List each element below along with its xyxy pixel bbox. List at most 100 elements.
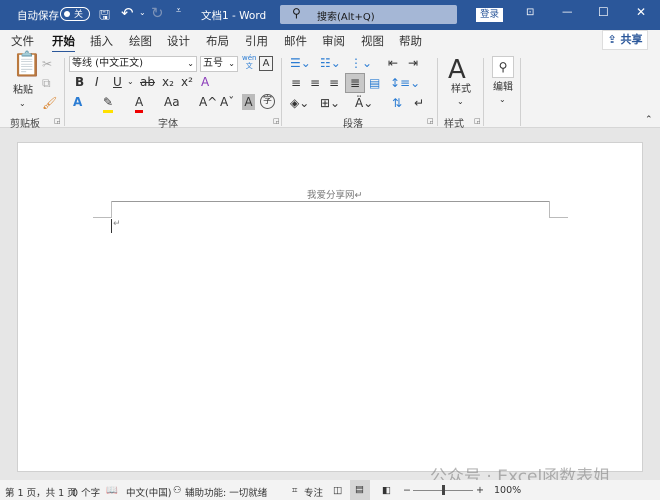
- paste-icon[interactable]: 📋: [12, 52, 42, 76]
- tab-design[interactable]: 设计: [167, 33, 190, 49]
- font-color-button[interactable]: A: [135, 94, 144, 113]
- strikethrough-button[interactable]: ab: [140, 74, 155, 90]
- web-layout-icon[interactable]: ◧: [382, 485, 391, 496]
- tab-references[interactable]: 引用: [245, 33, 268, 49]
- font-size-select[interactable]: 五号 ⌄: [200, 56, 238, 72]
- undo-dropdown-icon[interactable]: ⌄: [139, 8, 146, 17]
- font-name-select[interactable]: 等线 (中文正文) ⌄: [69, 56, 197, 72]
- word-count[interactable]: 0 个字: [72, 485, 100, 499]
- tab-layout[interactable]: 布局: [206, 33, 229, 49]
- multilevel-list-icon[interactable]: ⋮⌄: [350, 55, 372, 71]
- bullets-icon[interactable]: ☰⌄: [290, 55, 311, 71]
- proofing-icon[interactable]: 📖: [106, 485, 118, 496]
- show-marks-icon[interactable]: ↵: [414, 95, 424, 111]
- text-effects-button[interactable]: A: [73, 94, 82, 110]
- zoom-in-icon[interactable]: +: [476, 485, 484, 496]
- styles-launcher-icon[interactable]: ◲: [474, 117, 481, 125]
- divider: [281, 58, 282, 126]
- share-button[interactable]: ⇪ 共享: [602, 30, 648, 50]
- focus-label[interactable]: 专注: [304, 485, 323, 499]
- divider: [437, 58, 438, 126]
- increase-indent-icon[interactable]: ⇥: [408, 55, 418, 71]
- borders-icon[interactable]: ⊞⌄: [320, 95, 340, 111]
- align-right-icon[interactable]: ≡: [329, 75, 339, 91]
- underline-dropdown-icon[interactable]: ⌄: [127, 74, 134, 90]
- shrink-font-button[interactable]: Aˇ: [220, 94, 234, 110]
- distributed-icon[interactable]: ▤: [369, 75, 380, 91]
- language[interactable]: 中文(中国): [126, 485, 171, 499]
- print-layout-button[interactable]: ▤: [350, 480, 370, 500]
- align-left-icon[interactable]: ≡: [291, 75, 301, 91]
- maximize-icon[interactable]: ☐: [598, 5, 609, 19]
- justify-icon[interactable]: ≣: [345, 73, 365, 93]
- styles-icon[interactable]: A: [448, 56, 466, 84]
- subscript-button[interactable]: x₂: [162, 74, 174, 90]
- tab-file[interactable]: 文件: [11, 33, 34, 49]
- page-count[interactable]: 第 1 页，共 1 页: [5, 485, 77, 499]
- search-box[interactable]: ⚲ 搜索(Alt+Q): [280, 5, 457, 24]
- print-layout-icon: ▤: [355, 484, 364, 495]
- underline-button[interactable]: U: [113, 74, 122, 90]
- share-icon: ⇪: [607, 33, 621, 46]
- asian-layout-icon[interactable]: Ä⌄: [355, 95, 373, 111]
- customize-toolbar-icon[interactable]: ⩡: [176, 6, 181, 16]
- paste-dropdown-icon[interactable]: ⌄: [19, 96, 26, 112]
- numbering-icon[interactable]: ☷⌄: [320, 55, 341, 71]
- tab-review[interactable]: 审阅: [322, 33, 345, 49]
- tab-help[interactable]: 帮助: [399, 33, 422, 49]
- collapse-ribbon-icon[interactable]: ⌃: [645, 112, 653, 128]
- login-button[interactable]: 登录: [476, 8, 503, 22]
- document-page[interactable]: 我爱分享网↵ ↵: [17, 142, 643, 472]
- zoom-out-icon[interactable]: −: [403, 485, 411, 496]
- zoom-slider-thumb[interactable]: [442, 485, 445, 495]
- margin-corner: [550, 217, 568, 218]
- font-launcher-icon[interactable]: ◲: [273, 117, 280, 125]
- cut-icon[interactable]: ✂: [42, 56, 52, 72]
- header-text[interactable]: 我爱分享网↵: [307, 187, 362, 201]
- tab-view[interactable]: 视图: [361, 33, 384, 49]
- tab-mailings[interactable]: 邮件: [284, 33, 307, 49]
- character-border-icon[interactable]: A: [259, 56, 273, 71]
- decrease-indent-icon[interactable]: ⇤: [388, 55, 398, 71]
- minimize-icon[interactable]: —: [562, 6, 573, 18]
- focus-icon[interactable]: ⌗: [292, 485, 297, 496]
- search-icon: ⚲: [292, 6, 301, 20]
- superscript-button[interactable]: x²: [181, 74, 193, 90]
- clear-formatting-button[interactable]: A: [201, 74, 209, 90]
- copy-icon[interactable]: ⧉: [42, 75, 51, 91]
- format-painter-icon[interactable]: 🖌: [42, 95, 57, 111]
- highlight-button[interactable]: ✎: [103, 94, 114, 113]
- accessibility-icon[interactable]: ⚇: [173, 485, 182, 496]
- margin-corner: [93, 217, 111, 218]
- chevron-down-icon[interactable]: ⌄: [457, 94, 464, 110]
- chevron-down-icon[interactable]: ⌄: [499, 92, 506, 108]
- ribbon-display-icon[interactable]: ⊡: [526, 7, 534, 18]
- redo-icon[interactable]: ↻: [151, 4, 164, 22]
- read-mode-icon[interactable]: ◫: [333, 485, 342, 496]
- save-icon[interactable]: 🖫: [99, 6, 110, 28]
- shading-icon[interactable]: ◈⌄: [290, 95, 309, 111]
- phonetic-guide-icon[interactable]: wén 文: [242, 54, 256, 70]
- autosave-toggle[interactable]: 关: [60, 7, 90, 21]
- tab-insert[interactable]: 插入: [90, 33, 113, 49]
- tab-home[interactable]: 开始: [52, 33, 75, 53]
- find-icon[interactable]: ⚲: [492, 56, 514, 78]
- margin-corner: [111, 201, 112, 218]
- bold-button[interactable]: B: [75, 74, 84, 90]
- paragraph-launcher-icon[interactable]: ◲: [427, 117, 434, 125]
- italic-button[interactable]: I: [95, 74, 99, 90]
- title-bar: 自动保存 关 🖫 ↶ ⌄ ↻ ⩡ 文档1 - Word ⚲ 搜索(Alt+Q) …: [0, 0, 660, 30]
- grow-font-button[interactable]: A^: [199, 94, 217, 110]
- zoom-level[interactable]: 100%: [494, 485, 521, 496]
- align-center-icon[interactable]: ≡: [310, 75, 320, 91]
- sort-icon[interactable]: ⇅: [392, 95, 402, 111]
- enclose-characters-button[interactable]: 字: [260, 94, 275, 109]
- tab-draw[interactable]: 绘图: [129, 33, 152, 49]
- clipboard-launcher-icon[interactable]: ◲: [54, 117, 61, 125]
- change-case-button[interactable]: Aa: [164, 94, 180, 110]
- character-shading-button[interactable]: A: [242, 94, 255, 110]
- close-icon[interactable]: ✕: [636, 5, 646, 19]
- undo-icon[interactable]: ↶: [121, 4, 134, 22]
- line-spacing-icon[interactable]: ↕≡⌄: [390, 75, 420, 91]
- accessibility-status[interactable]: 辅助功能: 一切就绪: [185, 485, 267, 499]
